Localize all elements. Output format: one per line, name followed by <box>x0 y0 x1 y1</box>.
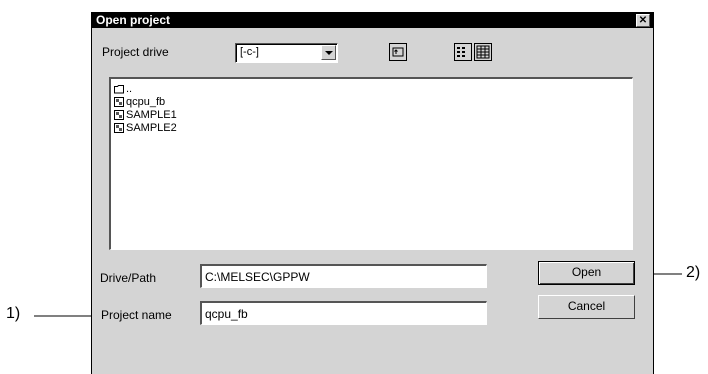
details-view-button[interactable] <box>474 43 492 61</box>
project-name-field[interactable]: qcpu_fb <box>200 301 487 325</box>
project-drive-select[interactable]: [-c-] <box>235 43 338 63</box>
details-view-icon <box>476 45 490 59</box>
dialog-title: Open project <box>96 13 171 27</box>
callout-1-label: 1) <box>6 305 21 322</box>
drive-path-value: C:\MELSEC\GPPW <box>205 270 310 284</box>
open-button[interactable]: Open <box>538 261 635 285</box>
list-item[interactable]: SAMPLE1 <box>114 109 177 122</box>
open-project-dialog: Open project ✕ Project drive [-c-] .. qc… <box>91 12 654 374</box>
list-item-label: SAMPLE2 <box>126 122 177 134</box>
list-item-label: qcpu_fb <box>126 96 166 108</box>
drive-path-label: Drive/Path <box>100 271 157 285</box>
close-icon: ✕ <box>638 15 648 26</box>
list-view-button[interactable] <box>454 43 472 61</box>
list-item[interactable]: .. <box>114 83 132 96</box>
chevron-down-icon[interactable] <box>321 45 336 60</box>
project-name-value: qcpu_fb <box>205 307 248 321</box>
folder-icon <box>114 85 124 94</box>
project-drive-value: [-c-] <box>240 46 259 58</box>
project-icon <box>114 123 124 134</box>
up-folder-icon <box>392 47 404 57</box>
list-item[interactable]: SAMPLE2 <box>114 122 177 135</box>
drive-path-field[interactable]: C:\MELSEC\GPPW <box>200 264 487 288</box>
list-item-label: SAMPLE1 <box>126 109 177 121</box>
callout-2-label: 2) <box>686 264 701 281</box>
list-view-icon <box>457 47 465 57</box>
list-item[interactable]: qcpu_fb <box>114 96 165 109</box>
cancel-button[interactable]: Cancel <box>538 295 635 319</box>
list-item-label: .. <box>126 83 133 95</box>
project-drive-label: Project drive <box>102 45 169 59</box>
close-button[interactable]: ✕ <box>636 14 650 27</box>
project-file-list[interactable]: .. qcpu_fb SAMPLE1 SAMPLE2 <box>109 77 633 250</box>
title-bar[interactable]: Open project ✕ <box>92 12 653 28</box>
project-icon <box>114 97 124 108</box>
project-name-label: Project name <box>101 308 172 322</box>
project-icon <box>114 110 124 121</box>
up-folder-button[interactable] <box>389 43 407 61</box>
